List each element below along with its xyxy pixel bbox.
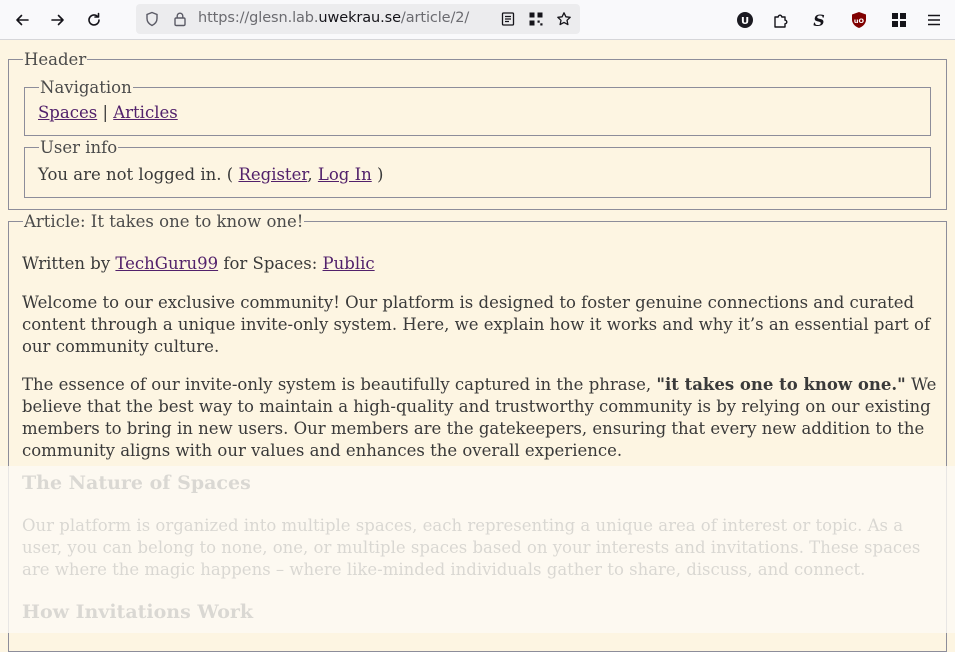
heading-nature-of-spaces: The Nature of Spaces — [22, 472, 251, 494]
p2-text-before: The essence of our invite-only system is… — [22, 375, 652, 394]
navigation-links: Spaces | Articles — [38, 103, 178, 122]
s-extension-button[interactable]: S — [807, 8, 831, 32]
ublock-origin-button[interactable]: uO — [847, 8, 871, 32]
closing-paren: ) — [377, 165, 384, 184]
ublock-origin-shield-icon: uO — [852, 12, 866, 28]
reader-view-icon[interactable] — [500, 11, 516, 27]
header-legend: Header — [24, 50, 87, 69]
forward-button[interactable] — [46, 8, 70, 32]
extensions-button[interactable] — [769, 8, 793, 32]
article-legend: Article: It takes one to know one! — [24, 212, 304, 231]
s-extension-icon: S — [813, 11, 825, 29]
p2-bold-quote: "it takes one to know one." — [656, 375, 906, 394]
for-spaces-text: for Spaces: — [223, 254, 318, 273]
spaces-link[interactable]: Spaces — [38, 103, 97, 122]
not-logged-in-text: You are not logged in. ( — [38, 165, 234, 184]
back-button[interactable] — [10, 8, 34, 32]
articles-link[interactable]: Articles — [113, 103, 177, 122]
u-extension-icon: U — [737, 12, 753, 28]
grid-icon — [892, 13, 906, 27]
article-paragraph-3: Our platform is organized into multiple … — [22, 516, 921, 579]
lock-icon[interactable] — [172, 11, 188, 27]
page-content: Header Navigation Spaces | Articles User… — [0, 40, 955, 652]
written-by-text: Written by — [22, 254, 111, 273]
shield-icon[interactable] — [144, 11, 160, 27]
browser-toolbar: https://glesn.lab.uwekrau.se/article/2/ … — [0, 0, 955, 40]
forward-arrow-icon — [51, 14, 64, 26]
author-link[interactable]: TechGuru99 — [115, 254, 218, 273]
register-link[interactable]: Register — [238, 165, 307, 184]
article-paragraph-1: Welcome to our exclusive community! Our … — [22, 293, 931, 356]
login-status: You are not logged in. ( Register, Log I… — [38, 165, 383, 184]
ublock-extension-button[interactable]: U — [733, 8, 757, 32]
space-link[interactable]: Public — [323, 254, 375, 273]
article-byline: Written by TechGuru99 for Spaces: Public — [22, 254, 375, 273]
user-info-legend: User info — [40, 138, 118, 157]
article-paragraph-2: The essence of our invite-only system is… — [22, 374, 937, 462]
login-link[interactable]: Log In — [318, 165, 372, 184]
nav-separator: | — [102, 103, 108, 122]
puzzle-piece-icon — [774, 14, 788, 28]
reload-icon — [88, 12, 100, 26]
qr-code-icon[interactable] — [528, 11, 544, 27]
reload-button[interactable] — [82, 8, 106, 32]
back-arrow-icon — [16, 14, 29, 26]
address-bar[interactable]: https://glesn.lab.uwekrau.se/article/2/ — [136, 4, 580, 34]
bookmark-star-icon[interactable] — [556, 11, 572, 27]
comma-text: , — [307, 165, 313, 184]
svg-text:uO: uO — [854, 17, 865, 25]
heading-how-invitations-work: How Invitations Work — [22, 601, 254, 623]
svg-text:U: U — [741, 16, 749, 27]
navigation-legend: Navigation — [40, 78, 132, 97]
hamburger-menu-icon — [928, 14, 940, 26]
svg-text:S: S — [813, 11, 825, 29]
apps-button[interactable] — [887, 8, 911, 32]
url-text[interactable]: https://glesn.lab.uwekrau.se/article/2/ — [198, 10, 469, 26]
menu-button[interactable] — [922, 8, 946, 32]
